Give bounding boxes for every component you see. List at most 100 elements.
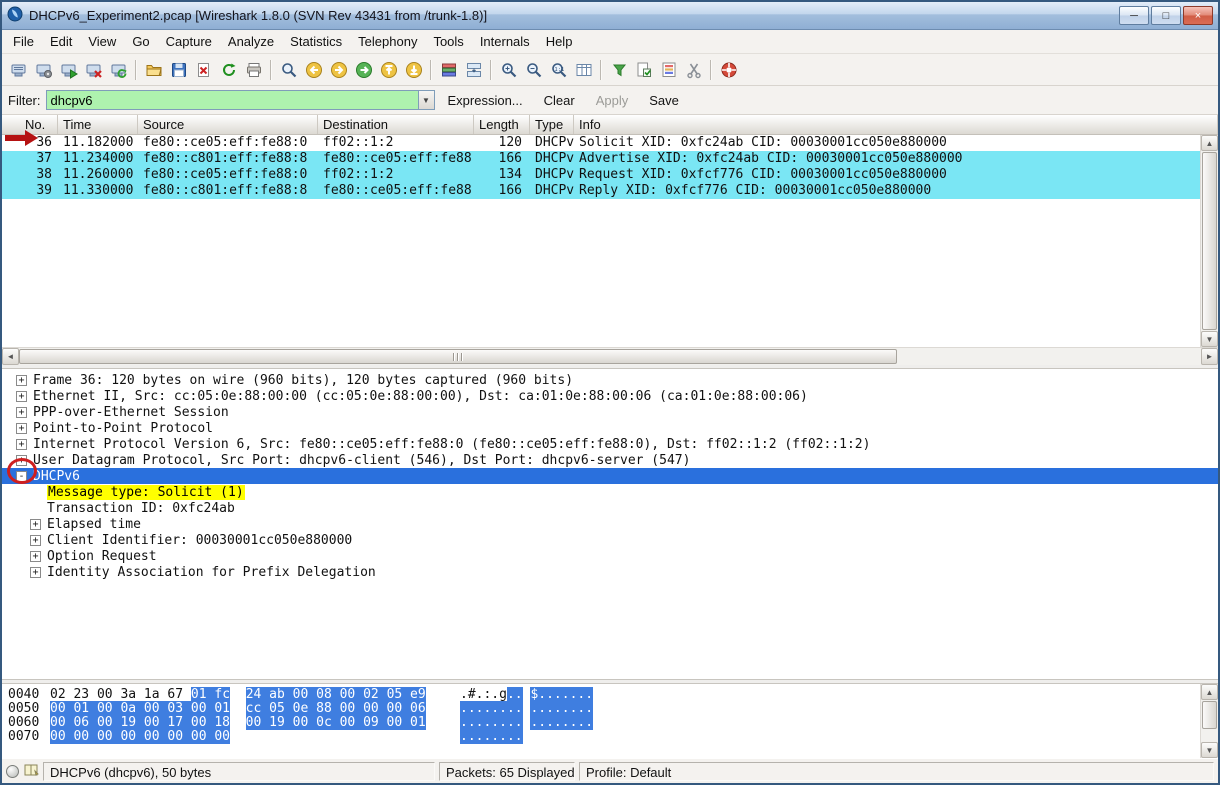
scroll-down-icon[interactable]: ▼ [1201, 742, 1218, 758]
detail-row-ipv6[interactable]: + Internet Protocol Version 6, Src: fe80… [2, 436, 1218, 452]
menu-tools[interactable]: Tools [425, 31, 471, 52]
open-file-icon[interactable] [141, 57, 166, 82]
column-header-length[interactable]: Length [474, 115, 530, 134]
expression-button[interactable]: Expression... [440, 90, 531, 111]
scroll-right-icon[interactable]: ► [1201, 348, 1218, 365]
menu-view[interactable]: View [80, 31, 124, 52]
detail-row-ppp[interactable]: + Point-to-Point Protocol [2, 420, 1218, 436]
hex-rows[interactable]: 0040 02 23 00 3a 1a 67 01 fc 24 ab 00 08… [2, 684, 1200, 758]
find-packet-icon[interactable] [276, 57, 301, 82]
capture-filters-icon[interactable] [606, 57, 631, 82]
packet-list-vertical-scrollbar[interactable]: ▲ ▼ [1200, 135, 1218, 347]
packet-list-horizontal-scrollbar[interactable]: ◄ ► [2, 347, 1218, 365]
coloring-rules-icon[interactable] [656, 57, 681, 82]
expander-icon[interactable]: + [16, 439, 27, 450]
scrollbar-thumb[interactable] [1202, 701, 1217, 729]
detail-row-udp[interactable]: + User Datagram Protocol, Src Port: dhcp… [2, 452, 1218, 468]
packet-row-36[interactable]: 36 11.182000 fe80::ce05:eff:fe88:0 ff02:… [2, 135, 1200, 151]
expert-info-icon[interactable] [6, 765, 19, 778]
filter-label[interactable]: Filter: [8, 93, 41, 108]
detail-row-frame[interactable]: + Frame 36: 120 bytes on wire (960 bits)… [2, 372, 1218, 388]
menu-statistics[interactable]: Statistics [282, 31, 350, 52]
menu-capture[interactable]: Capture [158, 31, 220, 52]
hex-row[interactable]: 0040 02 23 00 3a 1a 67 01 fc 24 ab 00 08… [8, 687, 1200, 701]
detail-row-message-type[interactable]: Message type: Solicit (1) [2, 484, 1218, 500]
resize-columns-icon[interactable] [571, 57, 596, 82]
autoscroll-icon[interactable] [461, 57, 486, 82]
close-file-icon[interactable] [191, 57, 216, 82]
file-notes-icon[interactable] [23, 762, 39, 781]
help-icon[interactable] [716, 57, 741, 82]
expander-icon[interactable]: + [30, 519, 41, 530]
print-icon[interactable] [241, 57, 266, 82]
column-header-source[interactable]: Source [138, 115, 318, 134]
reload-file-icon[interactable] [216, 57, 241, 82]
clear-button[interactable]: Clear [536, 90, 583, 111]
zoom-normal-icon[interactable]: 1:1 [546, 57, 571, 82]
hex-row[interactable]: 0070 00 00 00 00 00 00 00 00 ........ [8, 729, 1200, 743]
hex-vertical-scrollbar[interactable]: ▲ ▼ [1200, 684, 1218, 758]
minimize-button[interactable]: ─ [1119, 6, 1149, 25]
menu-file[interactable]: File [5, 31, 42, 52]
expander-icon[interactable]: + [30, 567, 41, 578]
expander-icon[interactable]: + [16, 407, 27, 418]
goto-packet-icon[interactable] [351, 57, 376, 82]
filter-dropdown-icon[interactable]: ▼ [418, 90, 435, 110]
preferences-icon[interactable] [681, 57, 706, 82]
maximize-button[interactable]: □ [1151, 6, 1181, 25]
expander-icon[interactable]: + [16, 375, 27, 386]
detail-row-pppoe[interactable]: + PPP-over-Ethernet Session [2, 404, 1218, 420]
scroll-up-icon[interactable]: ▲ [1201, 684, 1218, 700]
column-header-time[interactable]: Time [58, 115, 138, 134]
apply-button[interactable]: Apply [588, 90, 637, 111]
title-bar[interactable]: DHCPv6_Experiment2.pcap [Wireshark 1.8.0… [2, 2, 1218, 30]
expander-icon[interactable]: + [16, 391, 27, 402]
expander-icon[interactable]: + [30, 551, 41, 562]
detail-row-transaction-id[interactable]: Transaction ID: 0xfc24ab [2, 500, 1218, 516]
go-forward-icon[interactable] [326, 57, 351, 82]
hex-row[interactable]: 0060 00 06 00 19 00 17 00 18 00 19 00 0c… [8, 715, 1200, 729]
scrollbar-thumb[interactable] [19, 349, 897, 364]
colorize-icon[interactable] [436, 57, 461, 82]
menu-help[interactable]: Help [538, 31, 581, 52]
menu-analyze[interactable]: Analyze [220, 31, 282, 52]
stop-capture-icon[interactable] [81, 57, 106, 82]
scroll-up-icon[interactable]: ▲ [1201, 135, 1218, 151]
menu-internals[interactable]: Internals [472, 31, 538, 52]
menu-go[interactable]: Go [124, 31, 157, 52]
save-button[interactable]: Save [641, 90, 687, 111]
go-back-icon[interactable] [301, 57, 326, 82]
detail-row-option-request[interactable]: + Option Request [2, 548, 1218, 564]
zoom-out-icon[interactable] [521, 57, 546, 82]
detail-row-ethernet[interactable]: + Ethernet II, Src: cc:05:0e:88:00:00 (c… [2, 388, 1218, 404]
detail-row-ia-pd[interactable]: + Identity Association for Prefix Delega… [2, 564, 1218, 580]
packet-row-38[interactable]: 38 11.260000 fe80::ce05:eff:fe88:0 ff02:… [2, 167, 1200, 183]
hex-row[interactable]: 0050 00 01 00 0a 00 03 00 01 cc 05 0e 88… [8, 701, 1200, 715]
menu-edit[interactable]: Edit [42, 31, 80, 52]
column-header-no[interactable]: No. [2, 115, 58, 134]
restart-capture-icon[interactable] [106, 57, 131, 82]
column-header-type[interactable]: Type [530, 115, 574, 134]
zoom-in-icon[interactable] [496, 57, 521, 82]
detail-row-elapsed-time[interactable]: + Elapsed time [2, 516, 1218, 532]
expander-icon[interactable]: + [30, 535, 41, 546]
scrollbar-track[interactable] [1201, 730, 1218, 742]
save-file-icon[interactable] [166, 57, 191, 82]
display-filters-icon[interactable] [631, 57, 656, 82]
go-last-icon[interactable] [401, 57, 426, 82]
packet-row-39[interactable]: 39 11.330000 fe80::c801:eff:fe88:8 fe80:… [2, 183, 1200, 199]
detail-row-client-identifier[interactable]: + Client Identifier: 00030001cc050e88000… [2, 532, 1218, 548]
status-profile[interactable]: Profile: Default [579, 762, 1214, 781]
scroll-down-icon[interactable]: ▼ [1201, 331, 1218, 347]
close-button[interactable]: × [1183, 6, 1213, 25]
detail-row-dhcpv6-selected[interactable]: - DHCPv6 [2, 468, 1218, 484]
column-header-info[interactable]: Info [574, 115, 1218, 134]
expander-icon[interactable]: + [16, 423, 27, 434]
packet-row-37[interactable]: 37 11.234000 fe80::c801:eff:fe88:8 fe80:… [2, 151, 1200, 167]
collapse-expander-icon[interactable]: - [16, 471, 27, 482]
capture-options-icon[interactable] [31, 57, 56, 82]
start-capture-icon[interactable] [56, 57, 81, 82]
column-header-destination[interactable]: Destination [318, 115, 474, 134]
menu-telephony[interactable]: Telephony [350, 31, 425, 52]
scrollbar-track[interactable] [897, 348, 1201, 365]
